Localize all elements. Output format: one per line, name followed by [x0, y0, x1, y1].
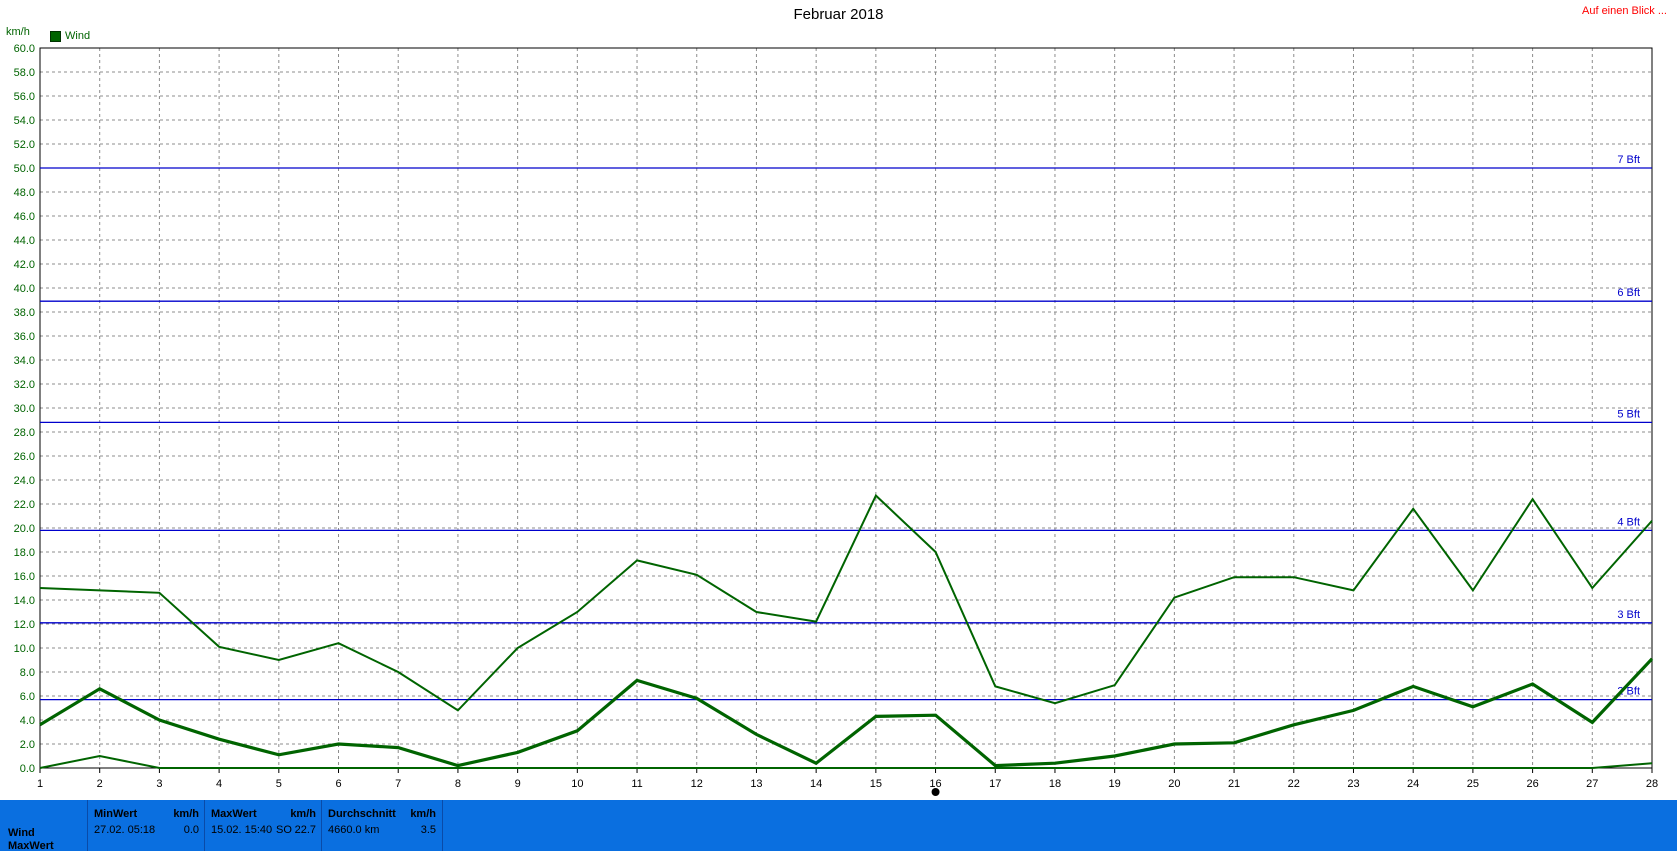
day-marker-icon: [931, 788, 940, 796]
y-tick-label: 8.0: [20, 667, 35, 679]
y-tick-label: 28.0: [14, 427, 35, 439]
y-tick-label: 24.0: [14, 475, 35, 487]
y-tick-label: 58.0: [14, 67, 35, 79]
avg-unit: km/h: [410, 808, 436, 820]
legend-swatch: [50, 30, 61, 42]
min-header: MinWert: [94, 808, 138, 820]
x-tick-label: 8: [455, 778, 461, 790]
x-tick-label: 28: [1646, 778, 1658, 790]
y-axis-unit: km/h: [6, 26, 30, 38]
chart: 0.0 2.0 4.0 6.0 8.0 10.0 12.0 14.0 16.0 18.0 20.0 2…: [14, 43, 1658, 796]
x-tick-label: 10: [571, 778, 583, 790]
y-tick-label: 50.0: [14, 163, 35, 175]
x-tick-label: 13: [750, 778, 762, 790]
y-tick-label: 4.0: [20, 715, 35, 727]
y-tick-label: 22.0: [14, 499, 35, 511]
legend: Wind: [50, 30, 90, 42]
summary-row-labels: Wind MaxWert: [0, 800, 87, 852]
summary-table: Wind MaxWert MinWert km/h 27.02. 05:18 0…: [0, 800, 1677, 852]
y-tick-label: 12.0: [14, 619, 35, 631]
chart-title: Februar 2018: [793, 6, 884, 23]
row-label-maxwert: MaxWert: [8, 840, 54, 852]
x-tick-label: 19: [1109, 778, 1121, 790]
y-tick-label: 54.0: [14, 115, 35, 127]
series-line-min: [39, 754, 1653, 769]
y-tick-label: 2.0: [20, 739, 35, 751]
x-tick-label: 20: [1168, 778, 1180, 790]
reference-label: 4 Bft: [1617, 516, 1640, 528]
max-direction: SO: [276, 824, 292, 836]
y-tick-label: 18.0: [14, 547, 35, 559]
y-tick-label: 56.0: [14, 91, 35, 103]
x-tick-label: 18: [1049, 778, 1061, 790]
y-tick-label: 16.0: [14, 571, 35, 583]
x-tick-label: 15: [870, 778, 882, 790]
x-tick-label: 27: [1586, 778, 1598, 790]
y-tick-label: 0.0: [20, 763, 35, 775]
min-value: 0.0: [183, 824, 199, 836]
y-tick-label: 52.0: [14, 139, 35, 151]
avg-distance: 4660.0 km: [328, 824, 380, 836]
x-tick-label: 24: [1407, 778, 1419, 790]
y-tick-label: 38.0: [14, 307, 35, 319]
reference-label: 6 Bft: [1617, 287, 1640, 299]
y-tick-label: 46.0: [14, 211, 35, 223]
x-tick-label: 22: [1288, 778, 1300, 790]
x-tick-label: 25: [1467, 778, 1479, 790]
x-tick-label: 12: [691, 778, 703, 790]
x-tick-label: 2: [97, 778, 103, 790]
y-tick-label: 32.0: [14, 379, 35, 391]
series-line-avg: [39, 657, 1654, 768]
x-tick-label: 11: [631, 778, 642, 790]
x-tick-label: 3: [156, 778, 162, 790]
x-tick-label: 23: [1347, 778, 1359, 790]
max-unit: km/h: [290, 808, 316, 820]
y-tick-label: 40.0: [14, 283, 35, 295]
x-tick-label: 26: [1526, 778, 1538, 790]
x-tick-label: 17: [989, 778, 1001, 790]
y-tick-label: 42.0: [14, 259, 35, 271]
overview-link[interactable]: Auf einen Blick ...: [1582, 5, 1667, 17]
summary-avg: Durchschnitt km/h 4660.0 km 3.5: [321, 800, 443, 851]
max-header: MaxWert: [211, 808, 257, 820]
min-unit: km/h: [173, 808, 199, 820]
x-tick-label: 4: [216, 778, 222, 790]
y-tick-label: 60.0: [14, 43, 35, 55]
reference-label: 7 Bft: [1617, 154, 1640, 166]
min-time: 27.02. 05:18: [94, 824, 156, 836]
row-label-wind: Wind: [8, 827, 35, 839]
x-tick-label: 14: [810, 778, 822, 790]
x-tick-label: 21: [1228, 778, 1240, 790]
reference-label: 3 Bft: [1617, 609, 1640, 621]
y-tick-label: 30.0: [14, 403, 35, 415]
x-tick-label: 1: [37, 778, 43, 790]
x-tick-label: 6: [335, 778, 341, 790]
y-tick-label: 44.0: [14, 235, 35, 247]
summary-max: MaxWert km/h 15.02. 15:40 SO 22.7: [204, 800, 322, 851]
y-tick-label: 20.0: [14, 523, 35, 535]
y-tick-label: 14.0: [14, 595, 35, 607]
max-value: 22.7: [294, 824, 316, 836]
summary-min: MinWert km/h 27.02. 05:18 0.0: [87, 800, 205, 851]
reference-label: 5 Bft: [1617, 408, 1640, 420]
y-tick-label: 48.0: [14, 187, 35, 199]
y-tick-label: 36.0: [14, 331, 35, 343]
y-tick-label: 6.0: [20, 691, 35, 703]
y-tick-label: 26.0: [14, 451, 35, 463]
x-tick-label: 5: [276, 778, 282, 790]
legend-label: Wind: [65, 30, 91, 42]
avg-value: 3.5: [420, 824, 436, 836]
max-time: 15.02. 15:40: [211, 824, 273, 836]
y-tick-label: 10.0: [14, 643, 35, 655]
x-tick-label: 7: [395, 778, 401, 790]
y-tick-label: 34.0: [14, 355, 35, 367]
avg-header: Durchschnitt: [328, 808, 396, 820]
x-tick-label: 9: [515, 778, 521, 790]
